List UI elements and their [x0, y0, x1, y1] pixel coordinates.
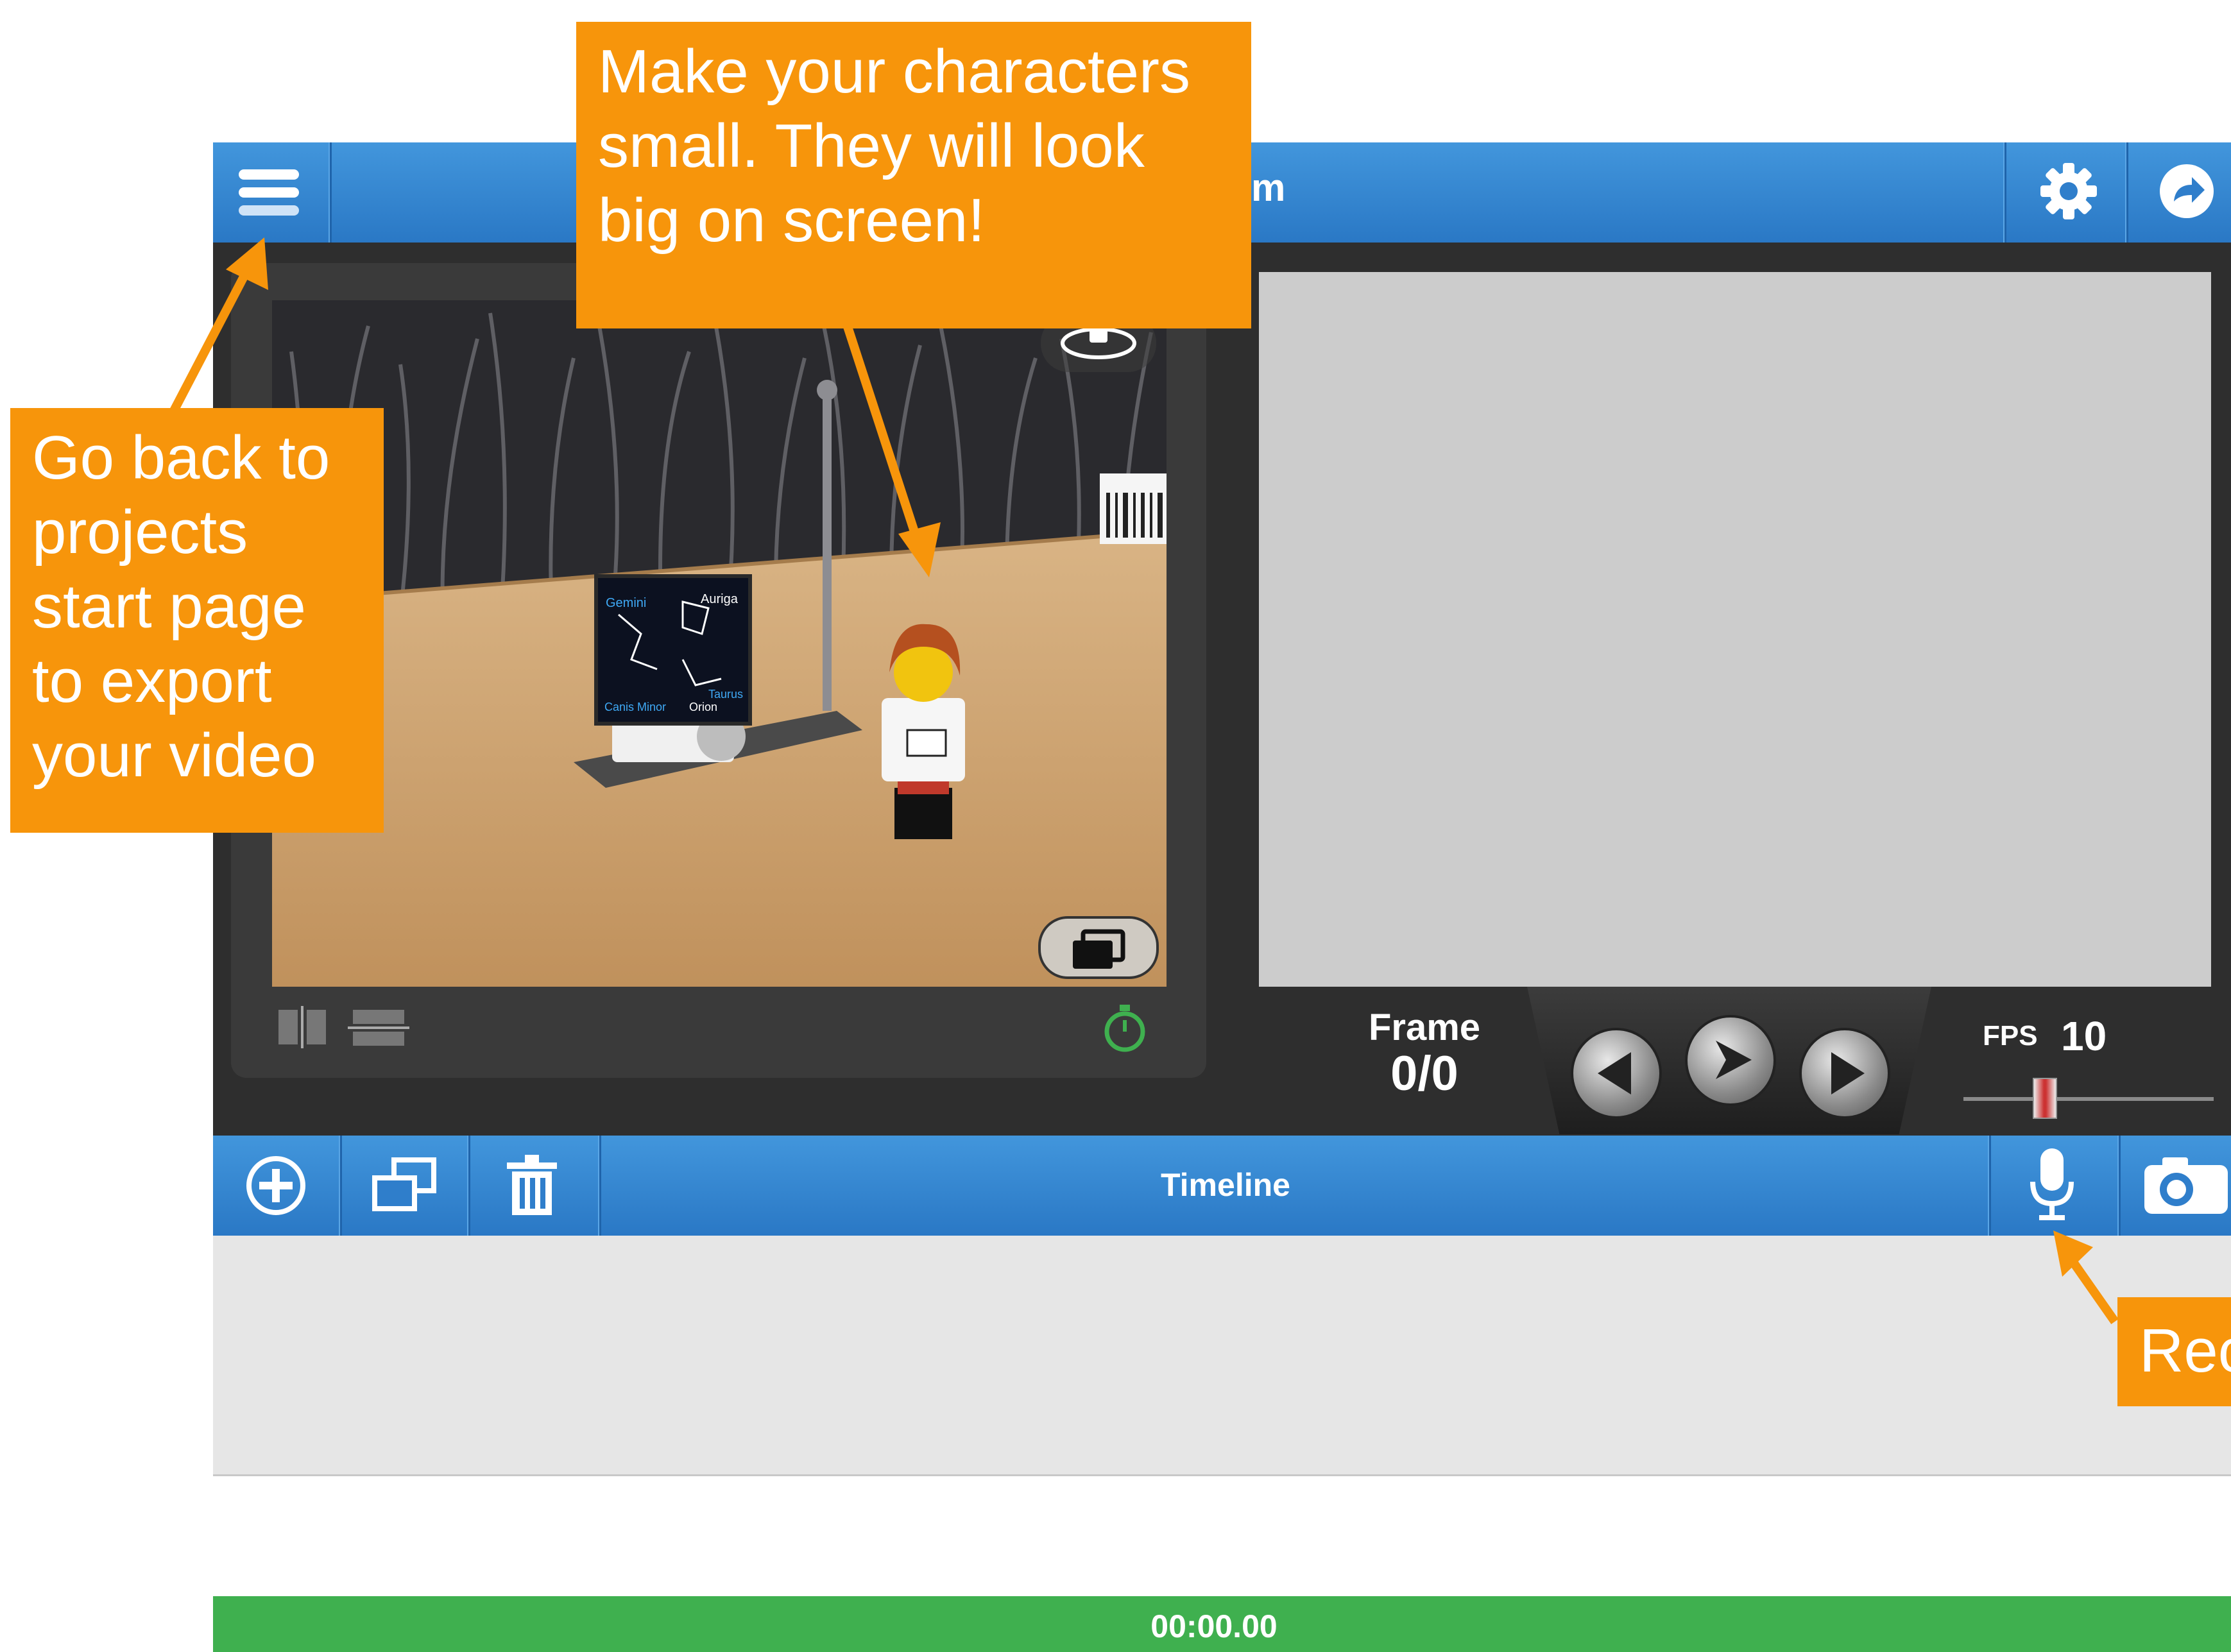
frame-preview [1259, 272, 2211, 987]
timer-icon[interactable] [1101, 1002, 1149, 1053]
toolbar-divider [329, 142, 332, 243]
constellation-label: Orion [689, 701, 717, 713]
frame-label: Frame [1368, 1007, 1481, 1048]
play-icon [1716, 1041, 1752, 1079]
split-horizontal-icon[interactable] [348, 1009, 409, 1047]
duplicate-icon [372, 1157, 436, 1211]
project-title: m [1251, 166, 1286, 209]
microphone-icon [2030, 1148, 2074, 1220]
split-vertical-icon[interactable] [277, 1006, 327, 1048]
elapsed-time: 00:00.00 [1150, 1608, 1278, 1644]
toolbar-divider [339, 1136, 342, 1236]
add-frame-button[interactable] [244, 1154, 308, 1218]
toolbar-divider [1988, 1136, 1991, 1236]
play-reverse-icon [1598, 1052, 1631, 1094]
toolbar-divider [2125, 142, 2128, 243]
fps-label: FPS [1983, 1020, 2038, 1052]
record-audio-button[interactable] [2028, 1146, 2076, 1223]
onion-skin-icon[interactable] [1038, 916, 1159, 979]
toolbar-divider [467, 1136, 470, 1236]
share-arrow-icon[interactable] [2157, 162, 2216, 221]
duplicate-frame-button[interactable] [368, 1155, 439, 1216]
constellation-label: Canis Minor [604, 701, 666, 713]
camera-icon [2144, 1157, 2228, 1214]
fps-slider[interactable] [1963, 1097, 2214, 1101]
delete-frame-button[interactable] [504, 1154, 560, 1218]
camera-viewfinder[interactable]: Gemini Auriga Canis Minor Taurus Orion [272, 300, 1167, 987]
callout-export-video: Go back to projects start page to export… [10, 408, 384, 833]
camera-scene: Gemini Auriga Canis Minor Taurus Orion [272, 300, 1167, 987]
constellation-label: Gemini [606, 596, 646, 610]
fps-slider-thumb[interactable] [2033, 1078, 2057, 1119]
play-forward-icon [1831, 1052, 1865, 1094]
gear-icon[interactable] [2039, 162, 2098, 221]
constellation-label: Taurus [708, 688, 743, 701]
toolbar-divider [2003, 142, 2006, 243]
capture-photo-button[interactable] [2143, 1156, 2231, 1215]
timeline-label: Timeline [1161, 1167, 1290, 1203]
hamburger-menu-icon[interactable] [237, 167, 302, 218]
trash-icon [507, 1155, 557, 1215]
callout-character-size: Make your characters small. They will lo… [576, 22, 1251, 328]
toolbar-divider [598, 1136, 601, 1236]
timeline-strip[interactable] [213, 1236, 2231, 1476]
next-frame-button[interactable] [1799, 1028, 1890, 1119]
previous-frame-button[interactable] [1571, 1028, 1662, 1119]
frame-counter: 0/0 [1390, 1046, 1458, 1101]
plus-circle-icon [246, 1156, 305, 1215]
constellation-label: Auriga [701, 592, 739, 606]
callout-record: Rec [2117, 1297, 2231, 1406]
toolbar-divider [2117, 1136, 2121, 1236]
fps-value: 10 [2061, 1013, 2107, 1059]
play-button[interactable] [1685, 1015, 1776, 1106]
